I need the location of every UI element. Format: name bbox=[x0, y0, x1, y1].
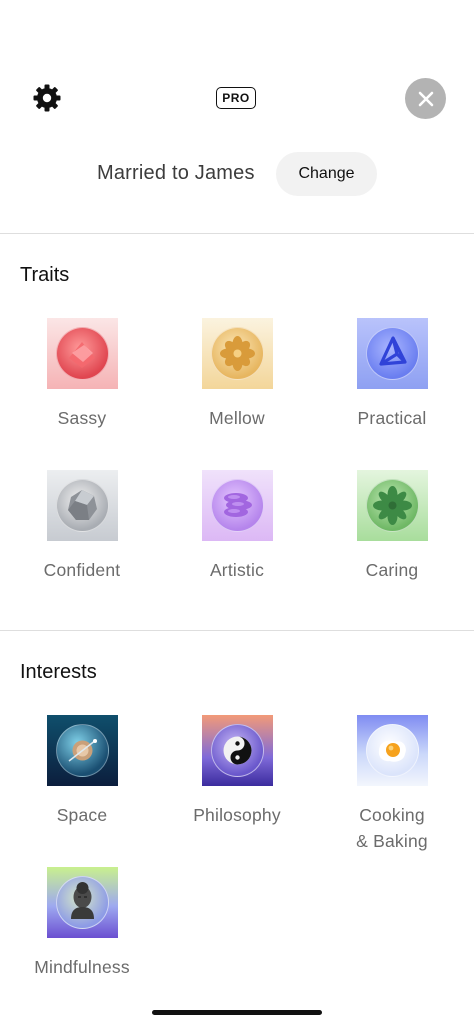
interests-title: Interests bbox=[20, 661, 97, 683]
space-interest-icon bbox=[46, 715, 118, 786]
mindfulness-interest-icon bbox=[46, 867, 118, 938]
sassy-trait-icon bbox=[46, 318, 118, 389]
trait-label: Mellow bbox=[209, 408, 265, 428]
caring-trait-icon bbox=[356, 470, 428, 541]
close-button[interactable] bbox=[405, 78, 446, 119]
cooking-interest-icon bbox=[356, 715, 428, 786]
trait-label: Caring bbox=[365, 560, 419, 580]
trait-artistic[interactable]: Artistic bbox=[162, 470, 312, 583]
interest-mindfulness[interactable]: Mindfulness bbox=[7, 867, 157, 980]
artistic-trait-icon bbox=[201, 470, 273, 541]
interest-philosophy[interactable]: Philosophy bbox=[162, 715, 312, 828]
trait-label: Practical bbox=[357, 408, 427, 428]
home-indicator[interactable] bbox=[152, 1010, 322, 1015]
trait-label: Confident bbox=[43, 560, 121, 580]
interest-label-line: & Baking bbox=[356, 831, 428, 851]
interest-label: Mindfulness bbox=[34, 957, 130, 977]
interest-label-line: Cooking bbox=[359, 805, 425, 825]
trait-mellow[interactable]: Mellow bbox=[162, 318, 312, 431]
trait-caring[interactable]: Caring bbox=[317, 470, 467, 583]
relationship-status: Married to James bbox=[97, 162, 255, 184]
confident-trait-icon bbox=[46, 470, 118, 541]
trait-practical[interactable]: Practical bbox=[317, 318, 467, 431]
divider bbox=[0, 233, 474, 234]
divider bbox=[0, 630, 474, 631]
trait-label: Sassy bbox=[57, 408, 107, 428]
practical-trait-icon bbox=[356, 318, 428, 389]
interest-space[interactable]: Space bbox=[7, 715, 157, 828]
interest-label: Space bbox=[56, 805, 108, 825]
traits-title: Traits bbox=[20, 264, 70, 286]
relationship-row: Married to James Change bbox=[0, 150, 474, 198]
top-bar: PRO bbox=[0, 0, 474, 130]
interest-cooking-baking[interactable]: Cooking & Baking bbox=[317, 715, 467, 854]
interest-label: Cooking & Baking bbox=[317, 802, 467, 854]
trait-label: Artistic bbox=[209, 560, 265, 580]
pro-badge: PRO bbox=[216, 87, 256, 109]
philosophy-interest-icon bbox=[201, 715, 273, 786]
settings-gear-icon[interactable] bbox=[31, 82, 63, 114]
change-button[interactable]: Change bbox=[276, 152, 377, 196]
trait-sassy[interactable]: Sassy bbox=[7, 318, 157, 431]
mellow-trait-icon bbox=[201, 318, 273, 389]
close-icon bbox=[418, 91, 433, 106]
interest-label: Philosophy bbox=[193, 805, 281, 825]
trait-confident[interactable]: Confident bbox=[7, 470, 157, 583]
